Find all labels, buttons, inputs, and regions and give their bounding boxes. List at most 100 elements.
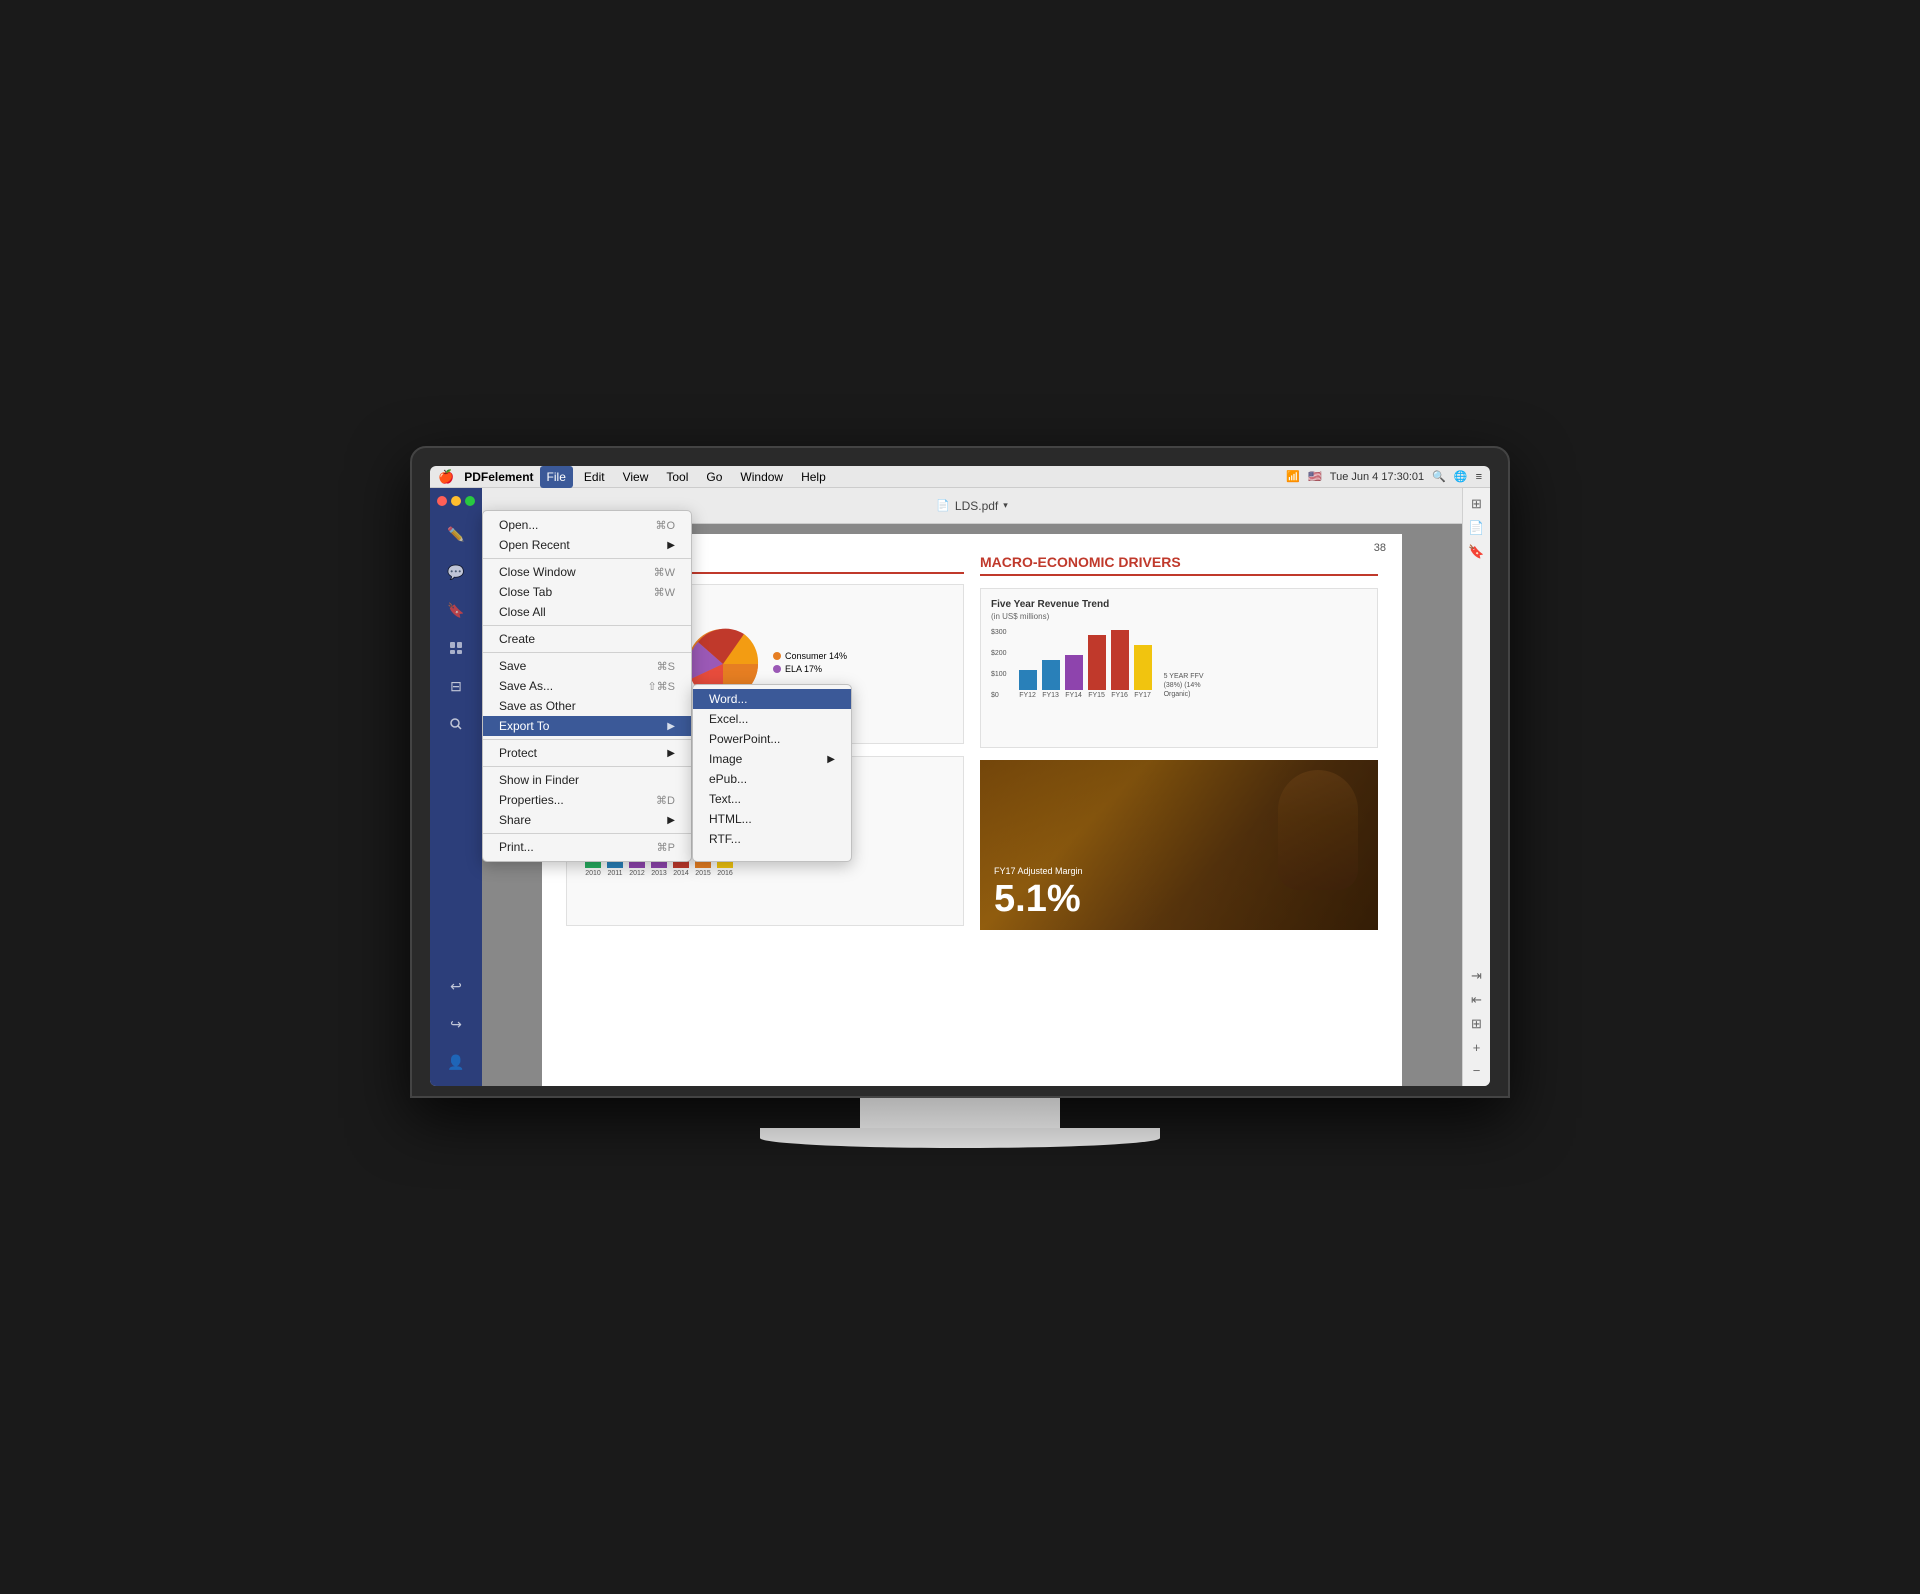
macro-section: MACRO-ECONOMIC DRIVERS Five Year Revenue…: [980, 554, 1378, 930]
adjusted-margin-label: FY17 Adjusted Margin: [994, 866, 1083, 876]
revenue-chart-area: Five Year Revenue Trend (in US$ millions…: [980, 588, 1378, 748]
sidebar-redo-icon[interactable]: ↪: [440, 1008, 472, 1040]
menubar: 🍎 PDFelement File Edit View Tool Go Wind…: [430, 466, 1490, 488]
menu-show-finder[interactable]: Show in Finder: [483, 770, 691, 790]
maximize-button[interactable]: [465, 496, 475, 506]
submenu-html[interactable]: HTML...: [693, 809, 851, 829]
minimize-button[interactable]: [451, 496, 461, 506]
menu-create[interactable]: Create: [483, 629, 691, 649]
submenu-word[interactable]: Word...: [693, 689, 851, 709]
file-dropdown-menu[interactable]: Open... ⌘O Open Recent ▶ Close Window: [482, 510, 692, 862]
submenu-text[interactable]: Text...: [693, 789, 851, 809]
revenue-subtitle: (in US$ millions): [991, 612, 1367, 621]
monitor: 🍎 PDFelement File Edit View Tool Go Wind…: [410, 446, 1510, 1148]
panel-export-icon[interactable]: ⇥: [1471, 968, 1482, 984]
macro-title: MACRO-ECONOMIC DRIVERS: [980, 554, 1378, 576]
rev-bar-fy14: FY14: [1065, 655, 1083, 699]
menubar-list-icon[interactable]: ≡: [1476, 471, 1482, 483]
panel-bookmark-icon[interactable]: 🔖: [1468, 544, 1484, 560]
menu-go[interactable]: Go: [699, 466, 729, 488]
revenue-title: Five Year Revenue Trend: [991, 599, 1367, 610]
menu-print[interactable]: Print... ⌘P: [483, 837, 691, 857]
sidebar-pages-icon[interactable]: [440, 632, 472, 664]
panel-import-icon[interactable]: ⇤: [1471, 992, 1482, 1008]
sidebar-search-icon[interactable]: [440, 708, 472, 740]
sep-4: [483, 739, 691, 740]
panel-layers-icon[interactable]: ⊞: [1471, 1016, 1482, 1032]
submenu-image[interactable]: Image ▶: [693, 749, 851, 769]
sidebar-user-icon[interactable]: 👤: [440, 1046, 472, 1078]
rev-bar-fy16: FY16: [1111, 630, 1129, 699]
adjusted-margin-content: FY17 Adjusted Margin 5.1%: [994, 866, 1083, 918]
menu-window[interactable]: Window: [733, 466, 790, 488]
menu-export-to[interactable]: Export To ▶: [483, 716, 691, 736]
sep-3: [483, 652, 691, 653]
menu-help[interactable]: Help: [794, 466, 833, 488]
menu-close-tab[interactable]: Close Tab ⌘W: [483, 582, 691, 602]
panel-page-icon[interactable]: 📄: [1468, 520, 1484, 536]
submenu-excel[interactable]: Excel...: [693, 709, 851, 729]
app-name: PDFelement: [464, 470, 533, 484]
monitor-stand-top: [860, 1098, 1060, 1128]
app-window: ✏️ 💬 🔖 ⊟: [430, 488, 1490, 1086]
menu-close-all[interactable]: Close All: [483, 602, 691, 622]
sidebar-pencil-icon[interactable]: ✏️: [440, 518, 472, 550]
close-button[interactable]: [437, 496, 447, 506]
adjusted-margin-value: 5.1%: [994, 880, 1083, 918]
menu-properties[interactable]: Properties... ⌘D: [483, 790, 691, 810]
menu-save-as[interactable]: Save As... ⇧⌘S: [483, 676, 691, 696]
menu-close-window[interactable]: Close Window ⌘W: [483, 562, 691, 582]
adjusted-margin-panel: FY17 Adjusted Margin 5.1%: [980, 760, 1378, 930]
page-number: 38: [1374, 542, 1386, 554]
menubar-globe-icon[interactable]: 🌐: [1454, 470, 1468, 483]
rev-bar-fy12: FY12: [1019, 670, 1037, 699]
menu-container: Open... ⌘O Open Recent ▶ Close Window: [482, 510, 852, 862]
monitor-stand-base: [760, 1128, 1160, 1148]
rev-bar-fy15: FY15: [1088, 635, 1106, 699]
export-submenu[interactable]: Word... Excel... PowerPoint... Image: [692, 684, 852, 862]
sidebar-share-icon[interactable]: 🔖: [440, 594, 472, 626]
menubar-time: Tue Jun 4 17:30:01: [1330, 471, 1424, 483]
sep-5: [483, 766, 691, 767]
panel-grid-icon[interactable]: ⊞: [1471, 496, 1482, 512]
menu-share[interactable]: Share ▶: [483, 810, 691, 830]
sidebar: ✏️ 💬 🔖 ⊟: [430, 488, 482, 1086]
screen-bezel: 🍎 PDFelement File Edit View Tool Go Wind…: [410, 446, 1510, 1098]
menu-save[interactable]: Save ⌘S: [483, 656, 691, 676]
mac-ui: 🍎 PDFelement File Edit View Tool Go Wind…: [430, 466, 1490, 1086]
sep-6: [483, 833, 691, 834]
menu-open[interactable]: Open... ⌘O: [483, 515, 691, 535]
menu-file[interactable]: File: [540, 466, 573, 488]
rev-bar-fy13: FY13: [1042, 660, 1060, 699]
traffic-lights: [437, 496, 475, 506]
menu-protect[interactable]: Protect ▶: [483, 743, 691, 763]
submenu-epub[interactable]: ePub...: [693, 769, 851, 789]
menubar-flag-icon: 🇺🇸: [1308, 470, 1322, 483]
submenu-powerpoint[interactable]: PowerPoint...: [693, 729, 851, 749]
panel-add-icon[interactable]: +: [1473, 1040, 1481, 1055]
menu-open-recent[interactable]: Open Recent ▶: [483, 535, 691, 555]
right-panel: ⊞ 📄 🔖 ⇥ ⇤ ⊞ + −: [1462, 488, 1490, 1086]
pdf-file-icon: 📄: [936, 499, 950, 512]
rev-bar-fy17: FY17: [1134, 645, 1152, 699]
menu-edit[interactable]: Edit: [577, 466, 612, 488]
sep-2: [483, 625, 691, 626]
menu-save-other[interactable]: Save as Other: [483, 696, 691, 716]
menu-view[interactable]: View: [616, 466, 656, 488]
menubar-right: 📶 🇺🇸 Tue Jun 4 17:30:01 🔍 🌐 ≡: [1286, 470, 1482, 483]
menubar-search-icon[interactable]: 🔍: [1432, 470, 1446, 483]
panel-minus-icon[interactable]: −: [1473, 1063, 1481, 1078]
sep-1: [483, 558, 691, 559]
sidebar-undo-icon[interactable]: ↩: [440, 970, 472, 1002]
revenue-bars: FY12 FY13: [1019, 629, 1152, 699]
menu-tool[interactable]: Tool: [659, 466, 695, 488]
apple-menu[interactable]: 🍎: [438, 469, 454, 485]
submenu-rtf[interactable]: RTF...: [693, 829, 851, 849]
pdf-filename: LDS.pdf: [955, 499, 998, 513]
revenue-chart: $300 $200 $100 $0: [991, 629, 1367, 699]
sidebar-comment-icon[interactable]: 💬: [440, 556, 472, 588]
revenue-y-axis: $300 $200 $100 $0: [991, 629, 1007, 699]
screen: 🍎 PDFelement File Edit View Tool Go Wind…: [430, 466, 1490, 1086]
title-dropdown-arrow[interactable]: ▾: [1003, 500, 1008, 511]
sidebar-bookmark-icon[interactable]: ⊟: [440, 670, 472, 702]
